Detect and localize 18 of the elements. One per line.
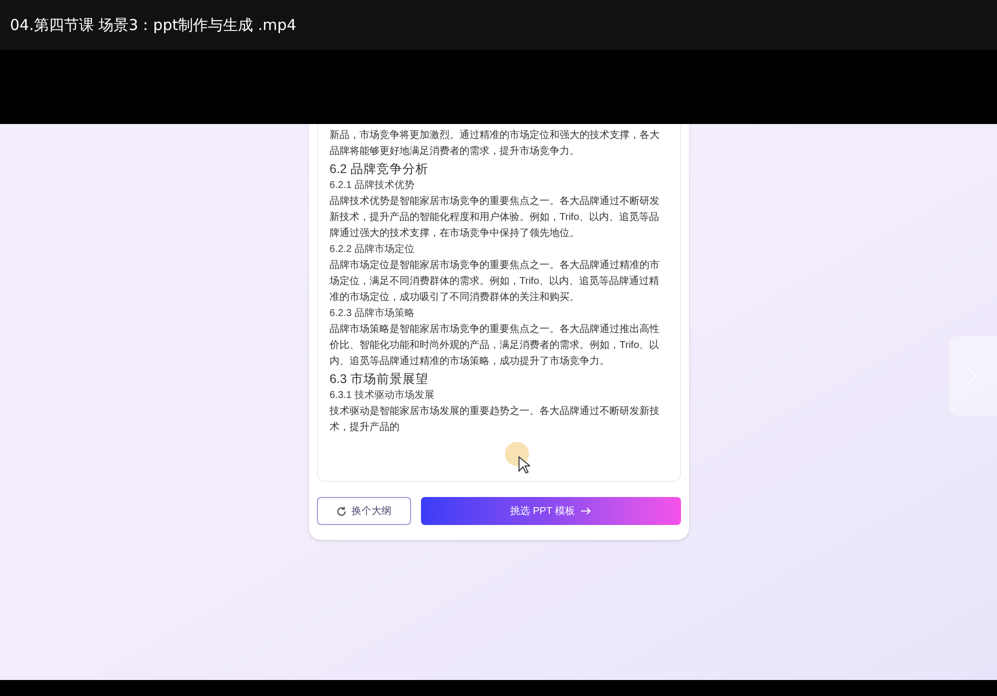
cursor-icon [518, 456, 530, 474]
subsection-heading: 6.2.2 品牌市场定位 [330, 242, 416, 257]
window-title: 04.第四节课 场景3：ppt制作与生成 .mp4 [10, 14, 296, 36]
subsection-heading: 6.2.3 品牌市场策略 [330, 306, 416, 321]
arrow-right-icon [580, 507, 591, 515]
subsection-heading: 6.2.1 品牌技术优势 [330, 178, 416, 193]
refresh-icon [336, 506, 346, 516]
section-heading: 6.2 品牌竞争分析 [330, 161, 430, 178]
paragraph: 品牌市场策略是智能家居市场竞争的重要焦点之一。各大品牌通过推出高性价比、智能化功能和时尚外观的产品，满足消费者的需求。例如，Trifo、以内、追觅等品牌通过精准的市场策略，成功提升了市场竞争力。 [330, 322, 660, 369]
paragraph: 技术驱动是智能家居市场发展的重要趋势之一。各大品牌通过不断研发新技术，提升产品的 [330, 404, 660, 435]
paragraph: 品牌市场定位是智能家居市场竞争的重要焦点之一。各大品牌通过精准的市场定位，满足不同消费群体的需求。例如，Trifo、以内、追觅等品牌通过精准的市场定位，成功吸引了不同消费群体的关注和购买。 [330, 258, 660, 305]
subsection-heading: 6.3.1 技术驱动市场发展 [330, 388, 436, 403]
paragraph: 品牌技术优势是智能家居市场竞争的重要焦点之一。各大品牌通过不断研发新技术，提升产品的智能化程度和用户体验。例如，Trifo、以内、追觅等品牌通过强大的技术支撑，在市场竞争中保持了领先地位。 [330, 194, 660, 241]
paragraph: 新品，市场竞争将更加激烈。通过精准的市场定位和强大的技术支撑，各大品牌将能够更好地满足消费者的需求，提升市场竞争力。 [330, 128, 660, 159]
next-button[interactable] [949, 336, 997, 416]
choose-template-button[interactable]: 挑选 PPT 模板 [420, 497, 680, 525]
section-heading: 6.3 市场前景展望 [330, 371, 430, 388]
change-outline-button[interactable]: 换个大纲 [316, 497, 410, 525]
